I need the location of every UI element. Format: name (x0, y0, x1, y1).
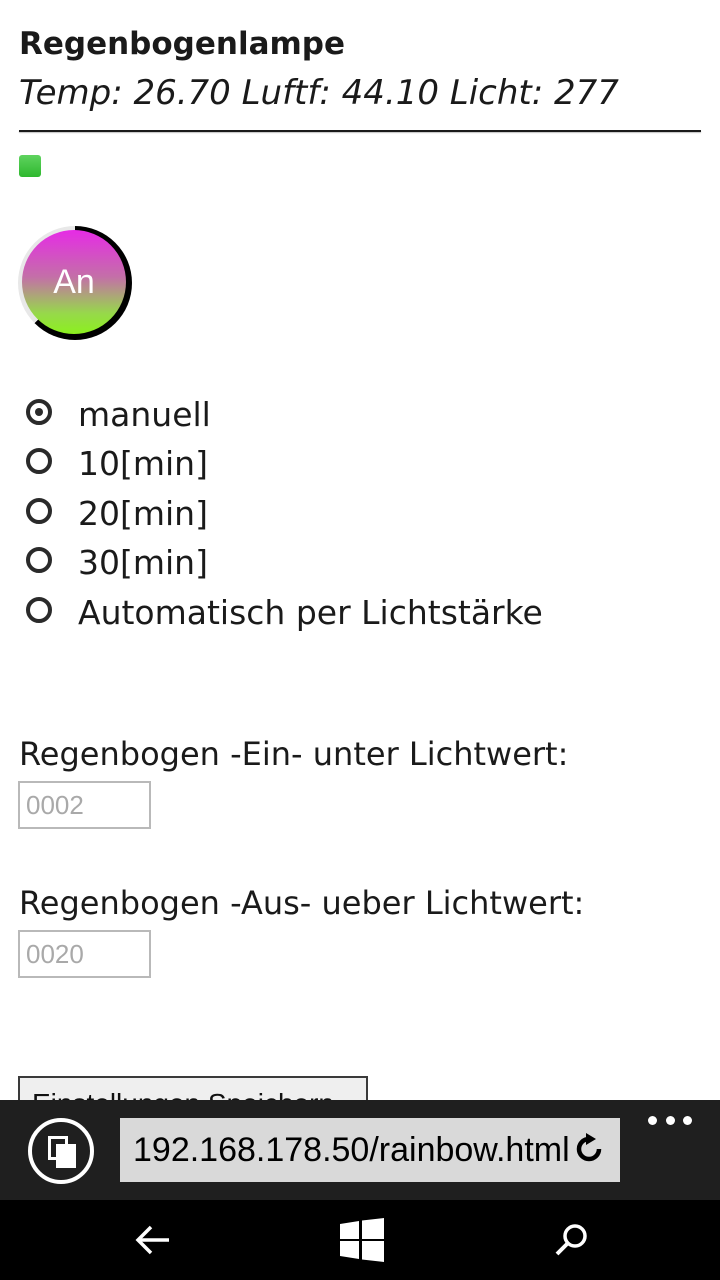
save-settings-button[interactable]: Einstellungen Speichern (18, 1076, 368, 1100)
mode-option-label: manuell (78, 394, 211, 434)
more-options-icon[interactable] (648, 1108, 692, 1132)
page-title: Regenbogenlampe (19, 26, 346, 62)
browser-address-bar: 192.168.178.50/rainbow.html (0, 1100, 720, 1200)
mode-option-10min[interactable]: 10[min] (26, 440, 543, 490)
web-page: Regenbogenlampe Temp: 26.70 Luftf: 44.10… (0, 0, 720, 1100)
refresh-icon[interactable] (572, 1132, 606, 1166)
windows-start-icon[interactable] (340, 1218, 384, 1262)
divider (19, 130, 701, 132)
back-arrow-icon[interactable] (133, 1220, 173, 1260)
off-threshold-input[interactable] (18, 930, 151, 978)
status-indicator (19, 155, 41, 177)
url-field[interactable]: 192.168.178.50/rainbow.html (120, 1118, 620, 1182)
on-threshold-label: Regenbogen -Ein- unter Lichtwert: (19, 735, 569, 773)
mode-option-manuell[interactable]: manuell (26, 390, 543, 440)
mode-option-automatic[interactable]: Automatisch per Lichtstärke (26, 588, 543, 638)
mode-option-label: Automatisch per Lichtstärke (78, 592, 543, 632)
tabs-button[interactable] (28, 1118, 94, 1184)
off-threshold-label: Regenbogen -Aus- ueber Lichtwert: (19, 884, 585, 922)
url-text: 192.168.178.50/rainbow.html (133, 1131, 570, 1169)
system-nav-bar (0, 1200, 720, 1280)
sensor-readout: Temp: 26.70 Luftf: 44.10 Licht: 277 (19, 73, 619, 113)
mode-option-label: 20[min] (78, 493, 208, 533)
power-toggle-button[interactable]: An (22, 230, 126, 334)
power-toggle-label: An (53, 262, 95, 301)
mode-option-label: 10[min] (78, 444, 208, 484)
mode-option-20min[interactable]: 20[min] (26, 489, 543, 539)
mode-radio-group: manuell 10[min] 20[min] 30[min] Automati… (26, 390, 543, 638)
mode-option-30min[interactable]: 30[min] (26, 539, 543, 589)
power-toggle-ring: An (18, 226, 132, 340)
radio-button-checked[interactable] (26, 398, 52, 425)
mode-option-label: 30[min] (78, 543, 208, 583)
radio-button[interactable] (26, 596, 52, 623)
on-threshold-input[interactable] (18, 781, 151, 829)
tabs-icon-front (56, 1144, 76, 1168)
radio-button[interactable] (26, 547, 52, 574)
search-icon[interactable] (552, 1220, 592, 1260)
radio-button[interactable] (26, 497, 52, 524)
radio-button[interactable] (26, 448, 52, 475)
